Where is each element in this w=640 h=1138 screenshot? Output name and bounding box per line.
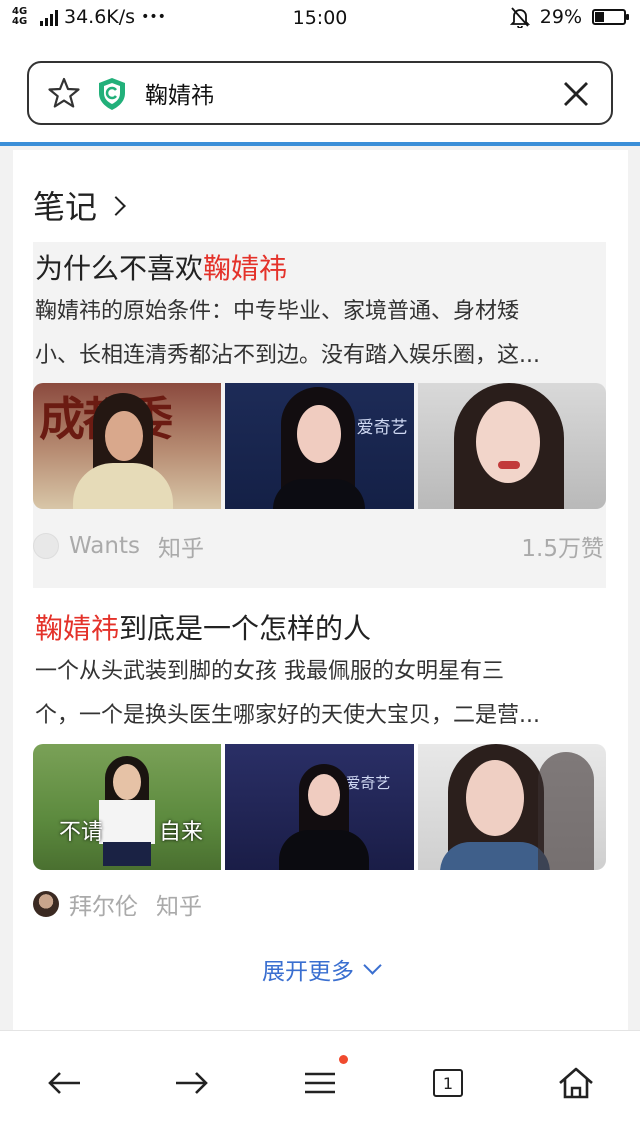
menu-icon[interactable] — [300, 1063, 340, 1103]
thumbnail-image[interactable] — [417, 744, 606, 870]
search-bar[interactable]: 鞠婧祎 — [27, 61, 613, 125]
star-icon[interactable] — [47, 76, 81, 110]
chevron-right-icon — [106, 196, 126, 216]
section-title: 笔记 — [33, 188, 98, 226]
list-item[interactable]: 鞠婧祎到底是一个怎样的人 一个从头武装到脚的女孩 我最佩服的女明星有三 个，一个… — [33, 602, 606, 932]
home-icon[interactable] — [556, 1063, 596, 1103]
bottom-nav-bar: 1 — [0, 1030, 640, 1138]
battery-icon — [592, 9, 629, 25]
title-highlight: 鞠婧祎 — [203, 252, 288, 285]
title-highlight: 鞠婧祎 — [35, 612, 120, 645]
item-description-line: 鞠婧祎的原始条件：中专毕业、家境普通、身材矮 — [35, 299, 520, 324]
author-name[interactable]: 拜尔伦 — [69, 887, 138, 921]
item-title[interactable]: 鞠婧祎到底是一个怎样的人 — [35, 607, 371, 647]
notification-dot — [339, 1055, 348, 1064]
back-arrow-icon[interactable] — [44, 1063, 84, 1103]
item-image-row[interactable]: 成都委 爱奇艺 — [33, 383, 606, 509]
thumbnail-image[interactable] — [417, 383, 606, 509]
avatar[interactable] — [33, 891, 59, 917]
thumbnail-image[interactable]: 爱奇艺 — [225, 383, 414, 509]
tab-count: 1 — [433, 1069, 463, 1097]
image-caption: 爱奇艺 — [356, 418, 408, 438]
item-description-line: 小、长相连清秀都沾不到边。没有踏入娱乐圈，这... — [35, 343, 540, 368]
author-name[interactable]: Wants — [69, 533, 140, 559]
battery-percent: 29% — [539, 6, 582, 28]
expand-more-label: 展开更多 — [262, 959, 354, 985]
like-count: 1.5万赞 — [521, 536, 604, 562]
section-header-notes[interactable]: 笔记 — [33, 182, 126, 228]
expand-more-button[interactable]: 展开更多 — [13, 952, 628, 986]
forward-arrow-icon[interactable] — [172, 1063, 212, 1103]
item-description-line: 个，一个是换头医生哪家好的天使大宝贝，二是营... — [35, 703, 540, 728]
notes-card: 笔记 为什么不喜欢鞠婧祎 鞠婧祎的原始条件：中专毕业、家境普通、身材矮 小、长相… — [13, 150, 628, 1030]
search-query[interactable]: 鞠婧祎 — [145, 76, 214, 110]
list-item[interactable]: 为什么不喜欢鞠婧祎 鞠婧祎的原始条件：中专毕业、家境普通、身材矮 小、长相连清秀… — [33, 242, 606, 588]
item-title[interactable]: 为什么不喜欢鞠婧祎 — [35, 247, 287, 287]
address-bar-area: 鞠婧祎 — [0, 36, 640, 146]
item-description-line: 一个从头武装到脚的女孩 我最佩服的女明星有三 — [35, 659, 504, 684]
chevron-down-icon — [363, 955, 382, 975]
item-image-row[interactable]: 不请 自来 爱奇艺 — [33, 744, 606, 870]
image-caption: 自来 — [159, 820, 204, 845]
avatar[interactable] — [33, 533, 59, 559]
item-meta: Wants 知乎 1.5万赞 — [33, 526, 606, 566]
page-load-progress — [0, 142, 640, 146]
mute-bell-icon — [509, 7, 530, 28]
image-caption: 爱奇艺 — [345, 774, 391, 792]
thumbnail-image[interactable]: 成都委 — [33, 383, 222, 509]
shield-icon — [99, 78, 125, 110]
source-name: 知乎 — [157, 536, 204, 562]
thumbnail-image[interactable]: 爱奇艺 — [225, 744, 414, 870]
image-caption: 不请 — [59, 820, 104, 845]
source-name: 知乎 — [156, 894, 202, 920]
status-bar: 4G 4G 34.6K/s ••• 15:00 29% — [0, 0, 640, 36]
tabs-icon[interactable]: 1 — [428, 1063, 468, 1103]
close-icon[interactable] — [561, 79, 591, 109]
item-meta: 拜尔伦 知乎 — [33, 884, 606, 924]
thumbnail-image[interactable]: 不请 自来 — [33, 744, 222, 870]
